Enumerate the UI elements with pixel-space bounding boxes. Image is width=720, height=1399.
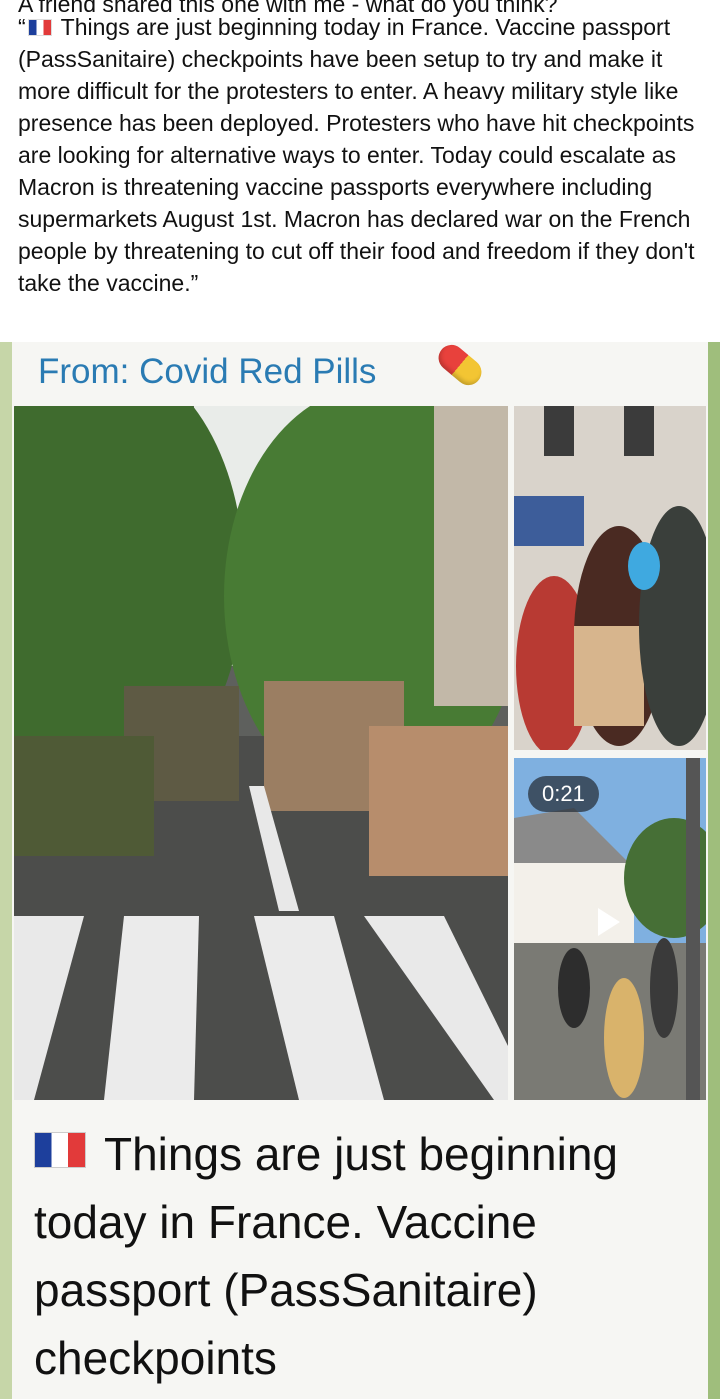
frame-left-edge [0,342,12,1399]
close-quote: ” [190,270,199,296]
play-icon[interactable] [598,908,620,936]
caption-text: Things are just beginning today in Franc… [34,1128,618,1384]
photo-military-vehicles[interactable] [14,406,508,1100]
open-quote: “ [18,14,26,40]
channel-name: Covid Red Pills [139,352,377,391]
post-body: Things are just beginning today in Franc… [18,14,695,296]
forwarded-from-header: From: Covid Red Pills [38,350,376,394]
post-text: “ Things are just beginning today in Fra… [18,11,708,299]
frame-right-edge [708,342,720,1399]
pill-icon [433,339,487,391]
photo-crowd[interactable] [514,406,706,750]
france-flag-icon [27,19,52,36]
video-street-protest[interactable]: 0:21 [514,758,706,1100]
message-caption: Things are just beginning today in Franc… [34,1120,694,1392]
video-duration-badge: 0:21 [528,776,599,812]
from-label: From: [38,352,130,391]
france-flag-icon [34,1132,86,1168]
shared-telegram-screenshot[interactable]: From: Covid Red Pills 0:21 Things are ju… [0,339,720,1399]
